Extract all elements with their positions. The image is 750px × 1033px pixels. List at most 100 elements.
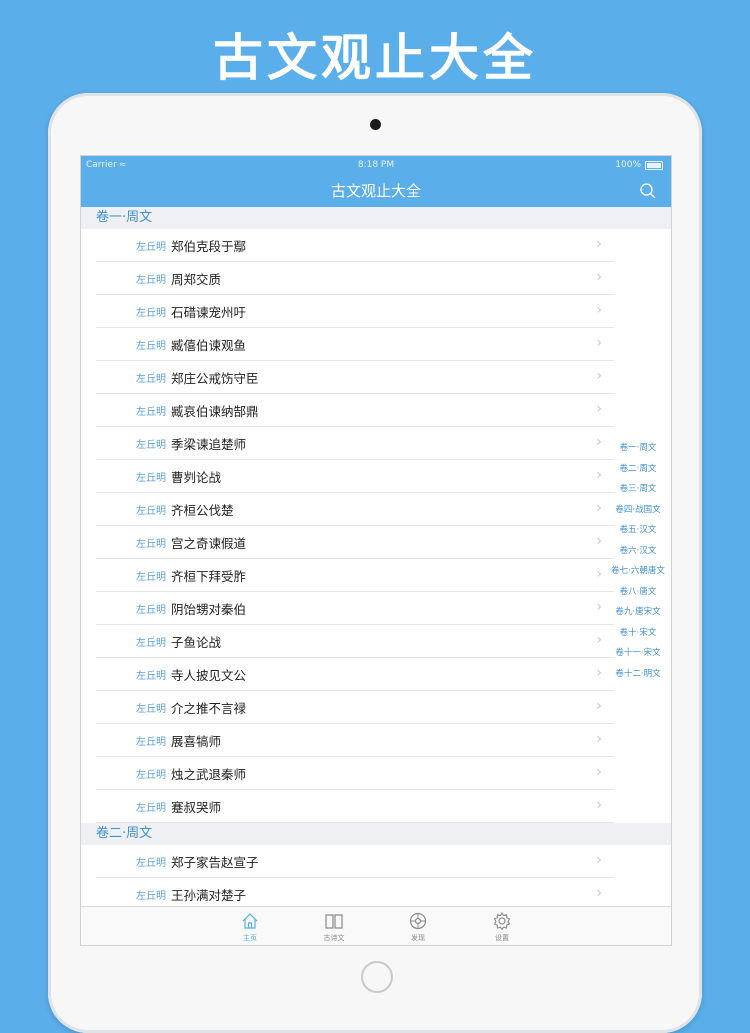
- item-author: 左丘明: [136, 605, 166, 616]
- list-item[interactable]: 左丘明 齐桓下拜受胙 ›: [96, 559, 614, 592]
- list-item[interactable]: 左丘明 齐桓公伐楚 ›: [96, 493, 614, 526]
- tab-book[interactable]: 古诗文: [292, 907, 376, 945]
- section-index-item[interactable]: 卷十二·明文: [610, 664, 666, 685]
- chevron-right-icon: ›: [596, 401, 602, 417]
- chevron-right-icon: ›: [596, 434, 602, 450]
- item-author: 左丘明: [136, 671, 166, 682]
- home-button[interactable]: [361, 961, 393, 993]
- item-author: 左丘明: [136, 803, 166, 814]
- item-author: 左丘明: [136, 341, 166, 352]
- section-index-item[interactable]: 卷四·战国文: [610, 500, 666, 521]
- item-author: 左丘明: [136, 858, 166, 869]
- gear-icon: [460, 911, 544, 931]
- chevron-right-icon: ›: [596, 731, 602, 747]
- list-item[interactable]: 左丘明 宫之奇谏假道 ›: [96, 526, 614, 559]
- tab-gear[interactable]: 设置: [460, 907, 544, 945]
- list-item[interactable]: 左丘明 季梁谏追楚师 ›: [96, 427, 614, 460]
- item-title: 季梁谏追楚师: [171, 437, 247, 452]
- chevron-right-icon: ›: [596, 500, 602, 516]
- section-index-item[interactable]: 卷九·唐宋文: [610, 602, 666, 623]
- compass-icon: [376, 911, 460, 931]
- section-index-item[interactable]: 卷八·唐文: [610, 582, 666, 603]
- item-author: 左丘明: [136, 572, 166, 583]
- battery-indicator: 100%: [615, 160, 663, 170]
- item-title: 齐桓公伐楚: [171, 503, 234, 518]
- status-time: 8:18 PM: [357, 160, 395, 170]
- tab-home[interactable]: 主页: [208, 907, 292, 945]
- section-index-item[interactable]: 卷二·周文: [610, 459, 666, 480]
- chevron-right-icon: ›: [596, 797, 602, 813]
- chapter-list[interactable]: 卷一·周文 左丘明 郑伯克段于鄢 › 左丘明 周郑交质 › 左丘明 石碏谏宠州吁 › 左丘明 臧僖伯谏…: [81, 207, 671, 907]
- search-icon[interactable]: [639, 182, 657, 200]
- item-title: 子鱼论战: [171, 635, 222, 650]
- item-author: 左丘明: [136, 638, 166, 649]
- section-index-item[interactable]: 卷三·周文: [610, 479, 666, 500]
- item-title: 臧僖伯谏观鱼: [171, 338, 247, 353]
- item-title: 臧哀伯谏纳郜鼎: [171, 404, 259, 419]
- item-author: 左丘明: [136, 539, 166, 550]
- battery-icon: [645, 160, 663, 170]
- chevron-right-icon: ›: [596, 632, 602, 648]
- chevron-right-icon: ›: [596, 533, 602, 549]
- item-author: 左丘明: [136, 506, 166, 517]
- chevron-right-icon: ›: [596, 764, 602, 780]
- item-author: 左丘明: [136, 440, 166, 451]
- list-item[interactable]: 左丘明 曹刿论战 ›: [96, 460, 614, 493]
- chevron-right-icon: ›: [596, 302, 602, 318]
- list-item[interactable]: 左丘明 介之推不言禄 ›: [96, 691, 614, 724]
- item-title: 周郑交质: [171, 272, 222, 287]
- item-author: 左丘明: [136, 473, 166, 484]
- section-index[interactable]: 卷一·周文 卷二·周文 卷三·周文 卷四·战国文 卷五·汉文 卷六·汉文 卷七·六朝唐文 卷八…: [610, 438, 666, 684]
- list-item[interactable]: 左丘明 阴饴甥对秦伯 ›: [96, 592, 614, 625]
- item-title: 郑子家告赵宣子: [171, 855, 259, 870]
- section-index-item[interactable]: 卷十一·宋文: [610, 643, 666, 664]
- section-index-item[interactable]: 卷一·周文: [610, 438, 666, 459]
- section-index-item[interactable]: 卷五·汉文: [610, 520, 666, 541]
- list-item[interactable]: 左丘明 周郑交质 ›: [96, 262, 614, 295]
- item-title: 烛之武退秦师: [171, 767, 247, 782]
- item-title: 齐桓下拜受胙: [171, 569, 247, 584]
- chevron-right-icon: ›: [596, 599, 602, 615]
- chevron-right-icon: ›: [596, 269, 602, 285]
- list-item[interactable]: 左丘明 郑伯克段于鄢 ›: [96, 229, 614, 262]
- item-title: 宫之奇谏假道: [171, 536, 247, 551]
- list-item[interactable]: 左丘明 郑子家告赵宣子 ›: [96, 845, 614, 878]
- chevron-right-icon: ›: [596, 665, 602, 681]
- list-item[interactable]: 左丘明 石碏谏宠州吁 ›: [96, 295, 614, 328]
- item-author: 左丘明: [136, 407, 166, 418]
- tab-label: 发现: [411, 934, 425, 942]
- section-header: 卷二·周文: [81, 823, 671, 845]
- item-title: 曹刿论战: [171, 470, 222, 485]
- list-item[interactable]: 左丘明 展喜犒师 ›: [96, 724, 614, 757]
- list-item[interactable]: 左丘明 郑庄公戒饬守臣 ›: [96, 361, 614, 394]
- list-item[interactable]: 左丘明 蹇叔哭师 ›: [96, 790, 614, 823]
- section-index-item[interactable]: 卷六·汉文: [610, 541, 666, 562]
- nav-title: 古文观止大全: [330, 182, 421, 200]
- battery-percent: 100%: [615, 160, 641, 170]
- item-title: 介之推不言禄: [171, 701, 247, 716]
- chevron-right-icon: ›: [596, 885, 602, 901]
- list-item[interactable]: 左丘明 烛之武退秦师 ›: [96, 757, 614, 790]
- list-item[interactable]: 左丘明 臧哀伯谏纳郜鼎 ›: [96, 394, 614, 427]
- chevron-right-icon: ›: [596, 852, 602, 868]
- item-title: 寺人披见文公: [171, 668, 247, 683]
- item-title: 石碏谏宠州吁: [171, 305, 247, 320]
- list-item[interactable]: 左丘明 子鱼论战 ›: [96, 625, 614, 658]
- nav-bar: 古文观止大全: [81, 175, 671, 207]
- item-title: 蹇叔哭师: [171, 800, 222, 815]
- list-item[interactable]: 左丘明 寺人披见文公 ›: [96, 658, 614, 691]
- section-index-item[interactable]: 卷十·宋文: [610, 623, 666, 644]
- chevron-right-icon: ›: [596, 566, 602, 582]
- list-item[interactable]: 左丘明 臧僖伯谏观鱼 ›: [96, 328, 614, 361]
- tab-compass[interactable]: 发现: [376, 907, 460, 945]
- chevron-right-icon: ›: [596, 698, 602, 714]
- list-item[interactable]: 左丘明 王孙满对楚子 ›: [96, 878, 614, 907]
- promo-title: 古文观止大全: [213, 29, 537, 87]
- item-title: 展喜犒师: [171, 734, 222, 749]
- section-header: 卷一·周文: [81, 207, 671, 229]
- section-index-item[interactable]: 卷七·六朝唐文: [610, 561, 666, 582]
- home-icon: [208, 911, 292, 931]
- item-title: 郑伯克段于鄢: [171, 239, 247, 254]
- chevron-right-icon: ›: [596, 236, 602, 252]
- item-author: 左丘明: [136, 704, 166, 715]
